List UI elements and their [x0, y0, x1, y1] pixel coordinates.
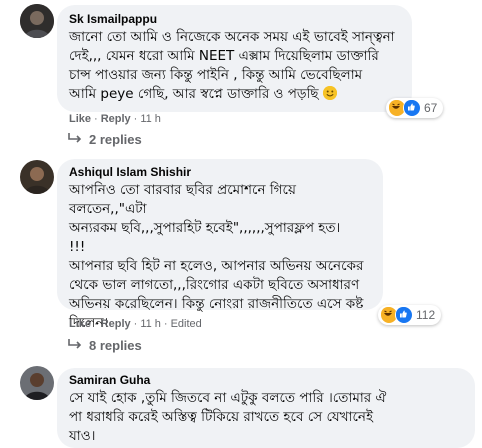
- profile-photo-icon: [20, 366, 54, 400]
- like-reaction-icon: [395, 306, 413, 324]
- reaction-count: 112: [416, 308, 436, 322]
- view-replies-link[interactable]: 2 replies: [67, 132, 142, 147]
- like-reaction-icon: [403, 99, 421, 117]
- like-link[interactable]: Like: [69, 318, 91, 330]
- comment-bubble: Ashiqul Islam Shishir আপনিও তো বারবার ছব…: [57, 159, 383, 331]
- comment-text: আপনিও তো বারবার ছবির প্রমোশনে গিয়ে বলতে…: [69, 182, 364, 331]
- avatar[interactable]: [20, 160, 54, 194]
- comment-bubble: Samiran Guha সে যাই হোক ,তুমি জিতবে না এ…: [57, 368, 475, 448]
- comment-time[interactable]: 11 h: [140, 318, 161, 330]
- profile-photo-icon: [20, 160, 54, 194]
- comment-body: জানো তো আমি ও নিজেকে অনেক সময় এই ভাবেই …: [69, 29, 395, 102]
- avatar[interactable]: [20, 366, 54, 400]
- reaction-count: 67: [424, 101, 438, 115]
- comment-author[interactable]: Samiran Guha: [69, 373, 463, 387]
- comment-actions: Like · Reply · 11 h · Edited: [69, 318, 202, 330]
- comment-author[interactable]: Ashiqul Islam Shishir: [69, 165, 371, 179]
- comment-bubble: Sk Ismailpappu জানো তো আমি ও নিজেকে অনেক…: [57, 5, 412, 112]
- reaction-summary[interactable]: 112: [378, 305, 442, 325]
- comment-author[interactable]: Sk Ismailpappu: [69, 12, 400, 26]
- smiling-face-emoji-icon: [322, 86, 337, 100]
- reaction-summary[interactable]: 67: [386, 98, 444, 118]
- comment-text: সে যাই হোক ,তুমি জিতবে না এটুকু বলতে পার…: [69, 390, 387, 444]
- edited-label[interactable]: Edited: [171, 318, 202, 330]
- view-replies-link[interactable]: 8 replies: [67, 338, 142, 353]
- profile-photo-icon: [20, 4, 54, 38]
- comment-actions: Like · Reply · 11 h: [69, 113, 161, 125]
- reply-link[interactable]: Reply: [101, 113, 131, 125]
- replies-count-label: 8 replies: [89, 338, 142, 353]
- avatar[interactable]: [20, 4, 54, 38]
- comment-text: জানো তো আমি ও নিজেকে অনেক সময় এই ভাবেই …: [69, 28, 400, 104]
- reply-arrow-icon: [67, 338, 83, 353]
- like-link[interactable]: Like: [69, 113, 91, 125]
- comment-time[interactable]: 11 h: [140, 113, 161, 125]
- replies-count-label: 2 replies: [89, 132, 142, 147]
- reply-link[interactable]: Reply: [101, 318, 131, 330]
- reply-arrow-icon: [67, 132, 83, 147]
